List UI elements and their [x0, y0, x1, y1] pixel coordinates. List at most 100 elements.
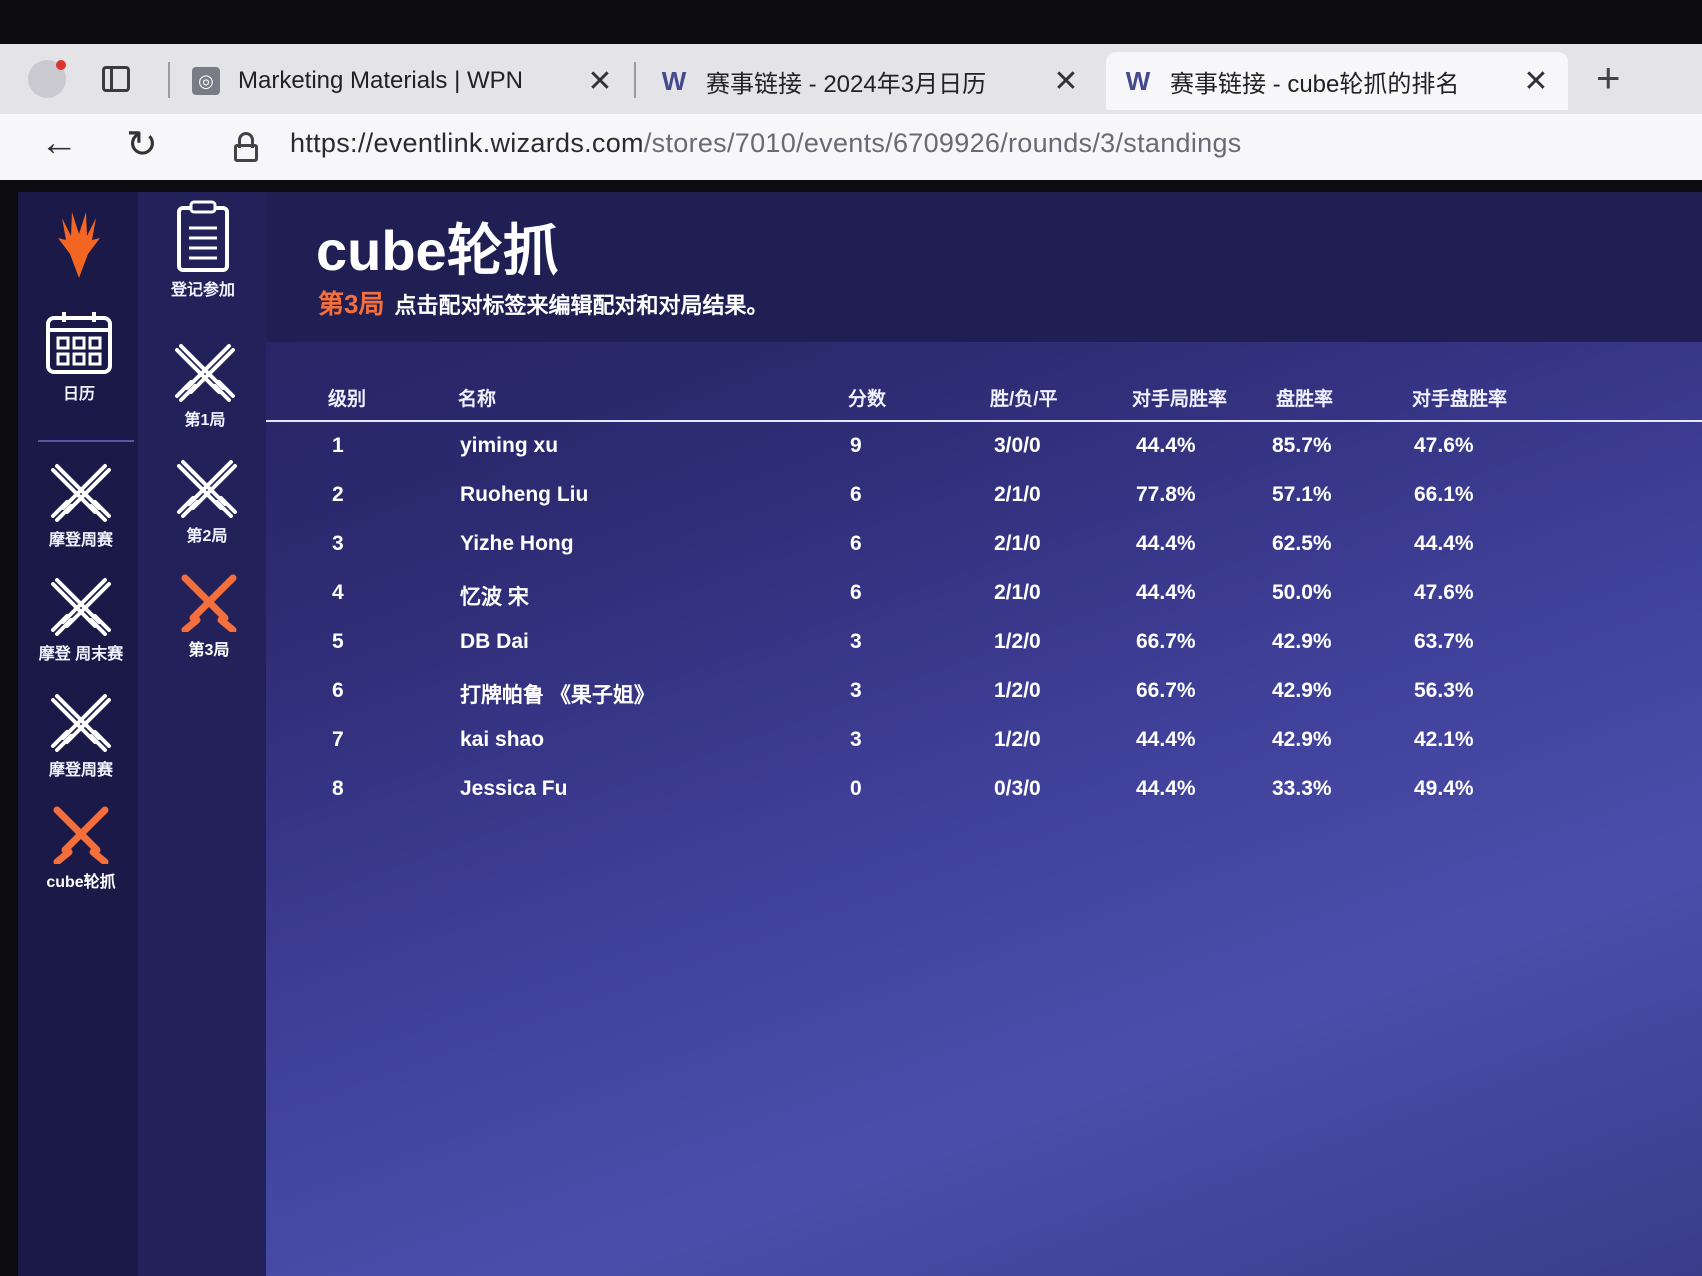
back-arrow-icon[interactable]: ← [40, 122, 78, 165]
table-row[interactable]: 4 忆波 宋 6 2/1/0 44.4% 50.0% 47.6% [266, 569, 1702, 618]
tab-actions-icon[interactable] [102, 66, 130, 92]
cell-points: 0 [850, 777, 862, 800]
cell-omw: 44.4% [1136, 532, 1196, 555]
crossed-swords-icon [51, 464, 111, 522]
sidebar-item-modern-weekly-2[interactable]: 摩登周赛 [26, 692, 136, 780]
col-omw[interactable]: 对手局胜率 [1132, 384, 1227, 411]
page-subtitle: 第3局 点击配对标签来编辑配对和对局结果。 [318, 284, 768, 321]
table-row[interactable]: 7 kai shao 3 1/2/0 44.4% 42.9% 42.1% [266, 716, 1702, 765]
table-row[interactable]: 8 Jessica Fu 0 0/3/0 44.4% 33.3% 49.4% [266, 765, 1702, 814]
cell-record: 1/2/0 [994, 679, 1041, 702]
profile-avatar-icon[interactable] [28, 60, 66, 98]
col-name[interactable]: 名称 [458, 384, 496, 411]
cell-gw: 50.0% [1272, 581, 1332, 604]
cell-ogw: 63.7% [1414, 630, 1474, 653]
cell-ogw: 47.6% [1414, 581, 1474, 604]
subnav-item-label: 第3局 [188, 642, 230, 659]
cell-record: 2/1/0 [994, 581, 1041, 604]
cell-record: 2/1/0 [994, 532, 1041, 555]
tab-marketing-materials[interactable]: ◎ Marketing Materials | WPN ✕ [174, 52, 632, 110]
col-points[interactable]: 分数 [848, 384, 886, 411]
table-row[interactable]: 2 Ruoheng Liu 6 2/1/0 77.8% 57.1% 66.1% [266, 471, 1702, 520]
lock-icon[interactable] [234, 132, 258, 162]
cell-name: Yizhe Hong [460, 532, 574, 555]
subnav-item-round-2[interactable]: 第2局 [152, 458, 262, 546]
cell-gw: 85.7% [1272, 434, 1332, 457]
cell-name: DB Dai [460, 630, 529, 653]
cell-ogw: 49.4% [1414, 777, 1474, 800]
tab-title: 赛事链接 - 2024年3月日历 [706, 70, 987, 98]
wizards-favicon-icon: W [1125, 65, 1151, 96]
cell-rank: 6 [332, 679, 344, 702]
address-bar: ← ↻ https://eventlink.wizards.com/stores… [0, 114, 1702, 180]
sidebar-item-modern-weekly[interactable]: 摩登周赛 [26, 462, 136, 550]
table-row[interactable]: 3 Yizhe Hong 6 2/1/0 44.4% 62.5% 44.4% [266, 520, 1702, 569]
subnav-item-round-3[interactable]: 第3局 [154, 572, 264, 660]
cell-omw: 44.4% [1136, 581, 1196, 604]
subnav-item-registration[interactable]: 登记参加 [148, 200, 258, 300]
cell-gw: 42.9% [1272, 728, 1332, 751]
instruction-text: 点击配对标签来编辑配对和对局结果。 [394, 293, 769, 318]
subnav-item-round-1[interactable]: 第1局 [150, 342, 260, 430]
cell-rank: 4 [332, 581, 344, 604]
cell-ogw: 47.6% [1414, 434, 1474, 457]
col-gw[interactable]: 盘胜率 [1276, 384, 1333, 411]
cell-gw: 33.3% [1272, 777, 1332, 800]
crossed-swords-icon [51, 578, 111, 636]
col-rank[interactable]: 级别 [328, 384, 366, 411]
sidebar-item-label: 摩登周赛 [48, 532, 113, 549]
cell-rank: 7 [332, 728, 344, 751]
new-tab-button[interactable]: + [1596, 54, 1621, 102]
round-label: 第3局 [318, 289, 385, 319]
sidebar-item-calendar[interactable]: 日历 [24, 310, 134, 404]
table-row[interactable]: 1 yiming xu 9 3/0/0 44.4% 85.7% 47.6% [266, 422, 1702, 471]
cell-points: 6 [850, 581, 862, 604]
cell-name: Ruoheng Liu [460, 483, 589, 506]
crossed-swords-icon [175, 344, 235, 402]
cell-omw: 44.4% [1136, 777, 1196, 800]
cell-points: 3 [850, 679, 862, 702]
close-tab-icon[interactable]: ✕ [1522, 64, 1550, 99]
main-sidebar: 日历 摩登周赛 摩登 周末赛 摩登周赛 cube轮抓 [18, 192, 138, 1276]
sidebar-item-label: 摩登周赛 [48, 762, 113, 779]
close-tab-icon[interactable]: ✕ [586, 64, 614, 99]
cell-rank: 8 [332, 777, 344, 800]
cell-gw: 62.5% [1272, 532, 1332, 555]
page-title: cube轮抓 [316, 219, 559, 282]
planeswalker-logo-icon[interactable] [54, 210, 104, 278]
wpn-favicon-icon: ◎ [192, 67, 220, 95]
cell-record: 1/2/0 [994, 728, 1041, 751]
cell-points: 3 [850, 728, 862, 751]
cell-gw: 42.9% [1272, 630, 1332, 653]
cell-record: 3/0/0 [994, 434, 1041, 457]
sidebar-item-label: 摩登 周末赛 [38, 646, 124, 663]
tab-bar: ◎ Marketing Materials | WPN ✕ W 赛事链接 - 2… [0, 44, 1702, 114]
sidebar-item-cube-draft[interactable]: cube轮抓 [26, 804, 136, 892]
tab-eventlink-standings[interactable]: W 赛事链接 - cube轮抓的排名 ✕ [1106, 52, 1568, 110]
reload-icon[interactable]: ↻ [126, 122, 158, 167]
cell-record: 1/2/0 [994, 630, 1041, 653]
cell-points: 6 [850, 483, 862, 506]
url-field[interactable]: https://eventlink.wizards.com/stores/701… [290, 128, 1242, 159]
table-row[interactable]: 6 打牌帕鲁 《果子姐》 3 1/2/0 66.7% 42.9% 56.3% [266, 667, 1702, 716]
tab-title: 赛事链接 - cube轮抓的排名 [1170, 70, 1460, 98]
clipboard-icon [177, 200, 229, 272]
crossed-swords-icon [181, 574, 237, 632]
cell-points: 9 [850, 434, 862, 457]
subnav-item-label: 第2局 [186, 528, 228, 545]
sidebar-item-modern-weekend[interactable]: 摩登 周末赛 [26, 576, 136, 664]
tab-separator [634, 62, 636, 98]
tab-eventlink-calendar[interactable]: W 赛事链接 - 2024年3月日历 ✕ [642, 52, 1098, 110]
sidebar-divider [38, 440, 134, 442]
crossed-swords-icon [51, 694, 111, 752]
subnav-item-label: 登记参加 [170, 282, 235, 299]
table-row[interactable]: 5 DB Dai 3 1/2/0 66.7% 42.9% 63.7% [266, 618, 1702, 667]
col-ogw[interactable]: 对手盘胜率 [1412, 384, 1507, 411]
cell-name: 打牌帕鲁 《果子姐》 [460, 684, 655, 707]
cell-ogw: 66.1% [1414, 483, 1474, 506]
cell-record: 0/3/0 [994, 777, 1041, 800]
cell-ogw: 44.4% [1414, 532, 1474, 555]
close-tab-icon[interactable]: ✕ [1052, 64, 1080, 99]
subnav-item-label: 第1局 [184, 412, 226, 429]
col-record[interactable]: 胜/负/平 [990, 384, 1058, 411]
